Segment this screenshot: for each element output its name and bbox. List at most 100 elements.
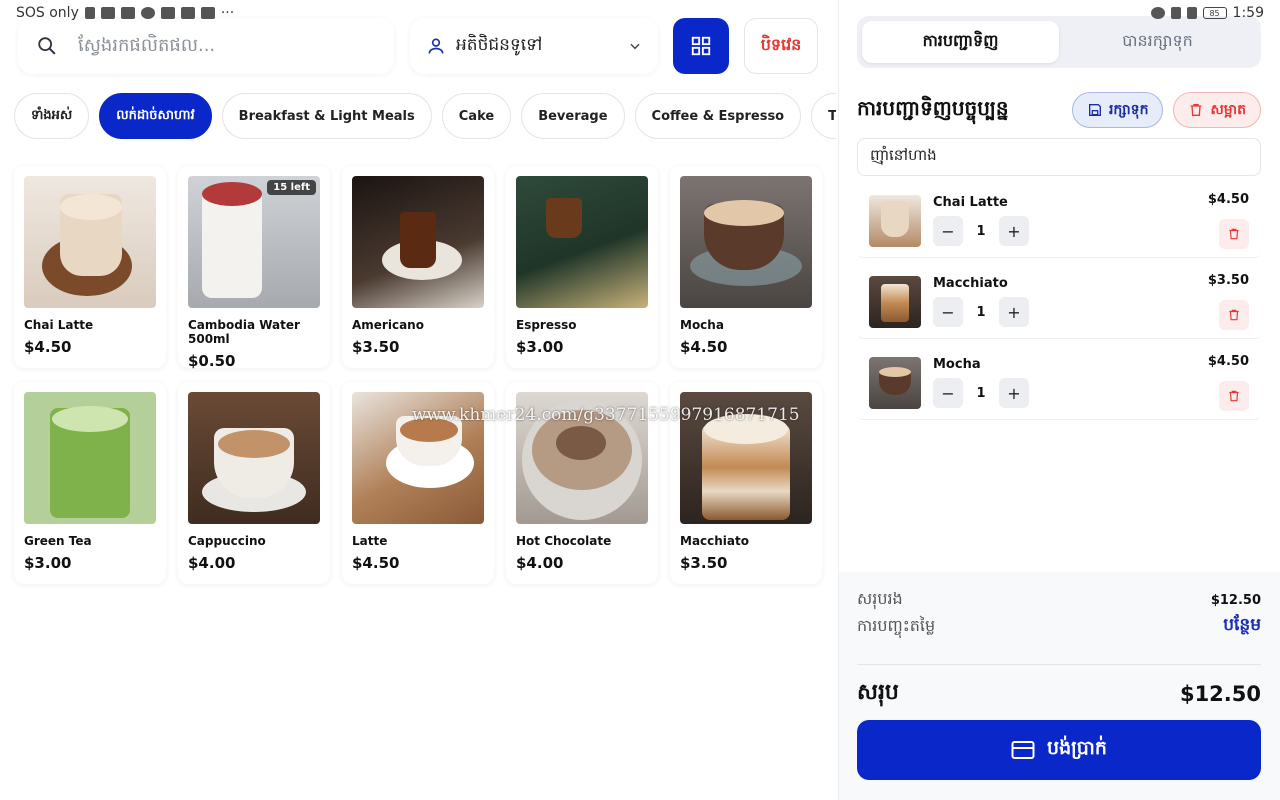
product-image [24,392,156,524]
product-price: $4.00 [188,554,236,572]
cart-item-name: Mocha [933,357,981,372]
trash-icon [1229,390,1239,402]
cart-item-name: Chai Latte [933,195,1008,210]
product-pane: ស្វែងរកផលិតផល... អតិថិជនទូទៅ បិទវេន ទាំង… [0,0,838,800]
save-icon [1087,102,1103,118]
total-value: $12.50 [1179,682,1261,706]
category-tea[interactable]: Tea & Other [811,93,836,139]
clear-order-button[interactable]: សម្អាត [1173,92,1261,128]
order-panel: ការបញ្ជាទិញ បានរក្សាទុក ការបញ្ជាទិញបច្ចុ… [838,0,1280,800]
decrease-qty-button[interactable]: − [933,216,963,246]
product-card[interactable]: Chai Latte $4.50 [14,166,166,368]
product-card[interactable]: Mocha $4.50 [670,166,822,368]
chevron-down-icon [628,39,642,53]
category-cake[interactable]: Cake [441,93,512,139]
save-label: រក្សាទុក [1108,101,1149,118]
search-icon [36,35,58,57]
product-card[interactable]: Green Tea $3.00 [14,382,166,584]
mute-icon [1186,7,1197,19]
grid-icon [690,35,712,57]
subtotal-row: សរុបរង $12.50 [857,588,1261,612]
category-best-sellers[interactable]: លក់ដាច់សាហាវ [99,93,212,139]
total-row: សរុប $12.50 [857,678,1261,710]
add-discount-button[interactable]: បន្ថែម [1223,614,1261,639]
product-name: Macchiato [680,534,749,548]
close-shift-button[interactable]: បិទវេន [744,18,818,74]
battery-icon: 85 [1202,7,1227,19]
discount-row: ការបញ្ចុះតម្លៃ បន្ថែម [857,614,1261,639]
pay-label: បង់ប្រាក់ [1047,737,1107,759]
trash-icon [1229,228,1239,240]
status-bar: SOS only ··· 85 1:59 [0,0,1280,26]
tab-saved[interactable]: បានរក្សាទុក [1059,21,1256,63]
order-title: ការបញ្ជាទិញបច្ចុប្បន្ន [857,96,1009,120]
product-image [352,176,484,308]
search-input[interactable]: ស្វែងរកផលិតផល... [18,18,394,74]
increase-qty-button[interactable]: + [999,297,1029,327]
category-tabs: ទាំងអស់ លក់ដាច់សាហាវ Breakfast & Light M… [14,93,836,141]
order-type-field[interactable]: ញ៉ាំនៅហាង [857,138,1261,176]
category-breakfast[interactable]: Breakfast & Light Meals [221,93,432,139]
discount-label: ការបញ្ចុះតម្លៃ [857,615,936,635]
product-name: Green Tea [24,534,92,548]
qty-value: 1 [976,304,986,320]
clear-label: សម្អាត [1210,101,1246,118]
customer-select[interactable]: អតិថិជនទូទៅ [410,18,658,74]
cart-item-price: $4.50 [1207,354,1249,369]
credit-card-icon [1011,740,1035,760]
customer-value: អតិថិជនទូទៅ [456,34,543,55]
save-order-button[interactable]: រក្សាទុក [1071,92,1164,128]
increase-qty-button[interactable]: + [999,216,1029,246]
eye-icon [1150,7,1165,19]
subtotal-label: សរុបរង [857,589,903,608]
product-name: Latte [352,534,388,548]
product-image: 15 left [188,176,320,308]
font-icon [200,7,215,19]
remove-item-button[interactable] [1219,381,1249,411]
carrier-label: SOS only [16,5,79,21]
product-price: $0.50 [188,352,236,370]
remove-item-button[interactable] [1219,300,1249,330]
search-placeholder: ស្វែងរកផលិតផល... [78,34,216,56]
telegram-icon [160,7,175,19]
product-card[interactable]: Cappuccino $4.00 [178,382,330,584]
product-name: Hot Chocolate [516,534,612,548]
product-price: $4.50 [680,338,728,356]
category-all[interactable]: ទាំងអស់ [14,93,90,139]
product-name: Chai Latte [24,318,94,332]
grid-view-button[interactable] [673,18,729,74]
cart-item-price: $3.50 [1207,273,1249,288]
increase-qty-button[interactable]: + [999,378,1029,408]
wifi-icon [100,7,115,19]
product-price: $3.50 [680,554,728,572]
pay-button[interactable]: បង់ប្រាក់ [857,720,1261,780]
product-card[interactable]: Espresso $3.00 [506,166,658,368]
total-label: សរុប [857,680,899,705]
product-price: $3.00 [24,554,72,572]
qty-value: 1 [976,385,986,401]
product-name: Americano [352,318,424,332]
more-notifications-icon: ··· [220,5,235,21]
cart-item: Mocha − 1 + $4.50 [857,346,1261,420]
tab-orders[interactable]: ការបញ្ជាទិញ [862,21,1059,63]
decrease-qty-button[interactable]: − [933,297,963,327]
cart-item: Macchiato − 1 + $3.50 [857,265,1261,339]
bluetooth-icon [1170,7,1181,19]
category-beverage[interactable]: Beverage [521,93,625,139]
stock-badge: 15 left [267,180,316,195]
category-coffee[interactable]: Coffee & Espresso [634,93,802,139]
cart-item-price: $4.50 [1207,192,1249,207]
summary-divider [857,664,1261,665]
cart-item-name: Macchiato [933,276,1008,291]
product-price: $4.50 [352,554,400,572]
decrease-qty-button[interactable]: − [933,378,963,408]
order-header: ការបញ្ជាទិញបច្ចុប្បន្ន រក្សាទុក សម្អាត [857,90,1261,130]
clock: 1:59 [1232,5,1264,21]
cart-item-image [869,194,921,247]
cart-item-image [869,275,921,328]
trash-icon [1188,102,1204,118]
remove-item-button[interactable] [1219,219,1249,249]
cart-item: Chai Latte − 1 + $4.50 [857,184,1261,258]
product-card[interactable]: 15 left Cambodia Water 500ml $0.50 [178,166,330,370]
product-card[interactable]: Americano $3.50 [342,166,494,368]
